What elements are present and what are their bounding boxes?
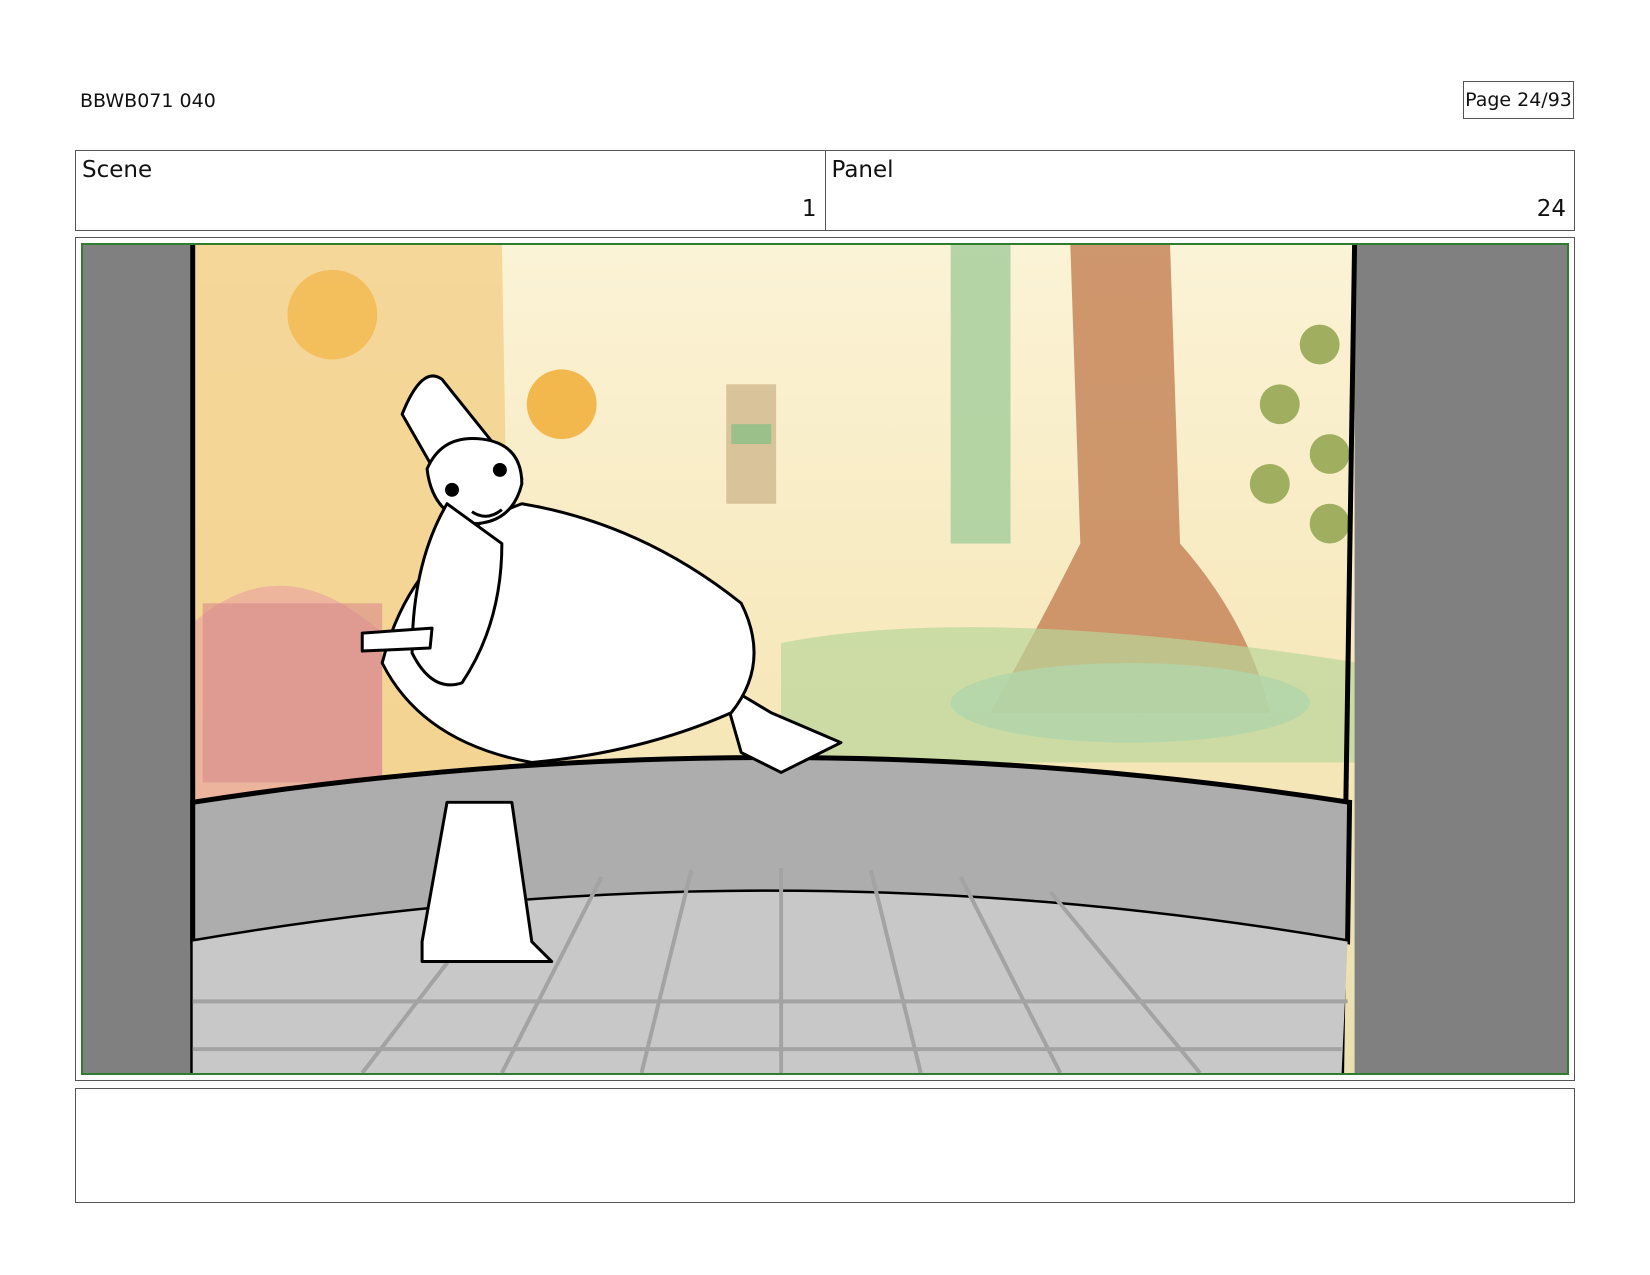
scene-cell: Scene 1 <box>76 151 825 230</box>
notes-box <box>75 1088 1575 1203</box>
storyboard-image <box>81 243 1569 1075</box>
document-id: BBWB071 040 <box>80 90 216 112</box>
storyboard-sketch-icon <box>83 245 1567 1073</box>
storyboard-frame <box>75 237 1575 1081</box>
page-number: Page 24/93 <box>1463 81 1574 119</box>
scene-label: Scene <box>82 157 153 183</box>
panel-cell: Panel 24 <box>824 151 1575 230</box>
panel-value: 24 <box>1536 196 1566 222</box>
panel-label: Panel <box>831 157 894 183</box>
scene-panel-row: Scene 1 Panel 24 <box>75 150 1575 231</box>
scene-value: 1 <box>801 196 817 222</box>
